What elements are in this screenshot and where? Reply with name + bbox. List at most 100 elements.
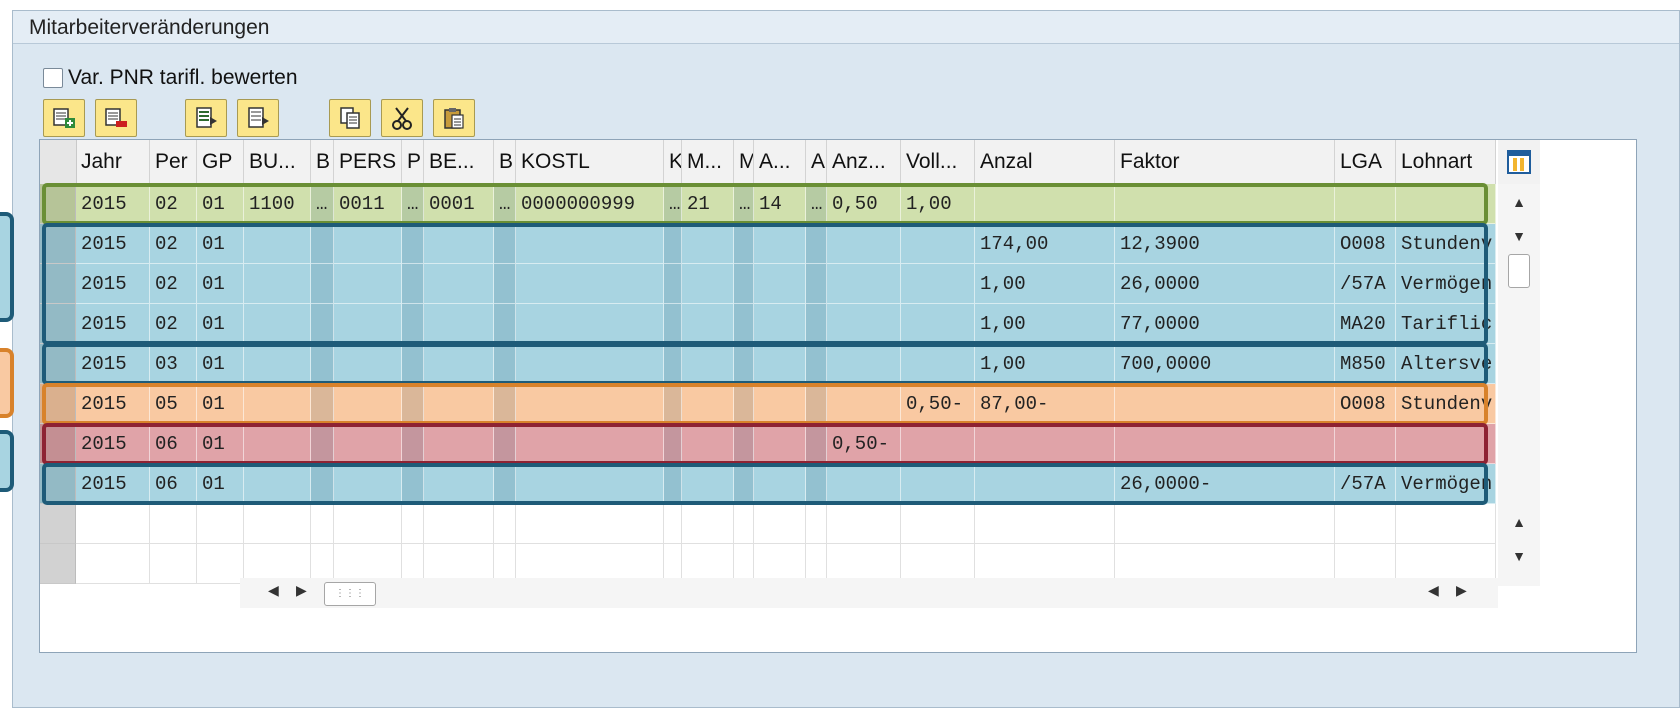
header-select-all[interactable] xyxy=(40,140,77,184)
table-cell[interactable]: … xyxy=(494,184,516,224)
table-cell[interactable]: 2015 xyxy=(76,464,150,504)
var-pnr-checkbox[interactable] xyxy=(43,68,63,88)
table-cell[interactable]: 06 xyxy=(150,424,197,464)
table-cell[interactable] xyxy=(244,424,311,464)
table-cell[interactable]: M850 xyxy=(1335,344,1396,384)
table-cell[interactable]: 2015 xyxy=(76,384,150,424)
table-cell[interactable] xyxy=(334,424,402,464)
table-cell[interactable]: 26,0000- xyxy=(1115,464,1335,504)
table-cell[interactable]: 0001 xyxy=(424,184,494,224)
table-cell[interactable]: 01 xyxy=(197,304,244,344)
table-cell[interactable] xyxy=(827,504,901,544)
table-cell[interactable] xyxy=(244,504,311,544)
column-header[interactable]: M... xyxy=(682,140,734,184)
table-cell[interactable] xyxy=(664,344,682,384)
table-cell[interactable] xyxy=(664,304,682,344)
table-cell[interactable] xyxy=(197,544,244,584)
table-row[interactable]: 2015 03 01 1,00 700,0000 M850 Altersve xyxy=(40,344,1496,384)
table-cell[interactable]: … xyxy=(806,184,827,224)
table-cell[interactable] xyxy=(827,384,901,424)
table-cell[interactable] xyxy=(402,264,424,304)
table-cell[interactable]: 01 xyxy=(197,184,244,224)
table-cell[interactable] xyxy=(311,264,334,304)
table-cell[interactable] xyxy=(664,504,682,544)
table-cell[interactable] xyxy=(682,344,734,384)
table-cell[interactable]: 2015 xyxy=(76,184,150,224)
table-cell[interactable] xyxy=(516,304,664,344)
table-cell[interactable] xyxy=(901,224,975,264)
table-cell[interactable]: … xyxy=(402,184,424,224)
paste-button[interactable] xyxy=(433,99,475,137)
table-cell[interactable]: 01 xyxy=(197,424,244,464)
table-cell[interactable]: 02 xyxy=(150,224,197,264)
table-cell[interactable] xyxy=(754,464,806,504)
column-header[interactable]: KOSTL xyxy=(516,140,664,184)
table-cell[interactable]: 05 xyxy=(150,384,197,424)
table-cell[interactable] xyxy=(334,384,402,424)
table-cell[interactable] xyxy=(734,344,754,384)
table-cell[interactable] xyxy=(311,304,334,344)
table-cell[interactable]: 700,0000 xyxy=(1115,344,1335,384)
table-cell[interactable] xyxy=(1335,504,1396,544)
table-cell[interactable] xyxy=(334,464,402,504)
table-cell[interactable] xyxy=(424,464,494,504)
table-cell[interactable]: 2015 xyxy=(76,304,150,344)
table-cell[interactable] xyxy=(754,504,806,544)
vertical-scroll-thumb[interactable] xyxy=(1508,254,1530,288)
table-cell[interactable] xyxy=(311,224,334,264)
column-header[interactable]: B xyxy=(494,140,516,184)
table-cell[interactable] xyxy=(1335,424,1396,464)
deselect-all-button[interactable] xyxy=(237,99,279,137)
row-selector[interactable] xyxy=(40,384,76,424)
table-cell[interactable] xyxy=(402,384,424,424)
table-cell[interactable] xyxy=(334,264,402,304)
cut-button[interactable] xyxy=(381,99,423,137)
table-cell[interactable] xyxy=(682,424,734,464)
table-cell[interactable] xyxy=(424,504,494,544)
row-selector[interactable] xyxy=(40,504,76,544)
table-cell[interactable] xyxy=(311,504,334,544)
table-cell[interactable] xyxy=(516,384,664,424)
table-cell[interactable] xyxy=(494,304,516,344)
table-cell[interactable] xyxy=(975,184,1115,224)
table-cell[interactable] xyxy=(901,304,975,344)
table-cell[interactable]: Vermögen xyxy=(1396,264,1496,304)
row-selector[interactable] xyxy=(40,184,76,224)
table-row[interactable]: 2015 05 01 0,50- 87,00- O008 Stundenv xyxy=(40,384,1496,424)
table-cell[interactable]: 77,0000 xyxy=(1115,304,1335,344)
table-cell[interactable] xyxy=(806,424,827,464)
horizontal-scrollbar[interactable]: ◀ ▶ ⋮⋮⋮ ◀ ▶ xyxy=(240,578,1498,608)
column-header[interactable]: Faktor xyxy=(1115,140,1335,184)
table-cell[interactable] xyxy=(402,344,424,384)
table-row[interactable]: 2015 02 01 1,00 26,0000/57A Vermögen xyxy=(40,264,1496,304)
table-cell[interactable]: 0,50 xyxy=(827,184,901,224)
scroll-up-button[interactable]: ▼ xyxy=(1506,222,1532,250)
table-cell[interactable]: 01 xyxy=(197,464,244,504)
table-cell[interactable] xyxy=(901,424,975,464)
table-cell[interactable] xyxy=(901,344,975,384)
column-header[interactable]: Jahr xyxy=(76,140,150,184)
table-cell[interactable] xyxy=(150,504,197,544)
column-header[interactable]: K xyxy=(664,140,682,184)
table-cell[interactable]: 12,3900 xyxy=(1115,224,1335,264)
column-header[interactable]: BU... xyxy=(244,140,311,184)
row-selector[interactable] xyxy=(40,344,76,384)
table-cell[interactable] xyxy=(1115,504,1335,544)
column-header[interactable]: Anzal xyxy=(975,140,1115,184)
table-cell[interactable] xyxy=(806,464,827,504)
table-cell[interactable] xyxy=(424,424,494,464)
column-config-button[interactable] xyxy=(1498,140,1540,184)
table-cell[interactable] xyxy=(827,224,901,264)
table-cell[interactable] xyxy=(734,424,754,464)
table-cell[interactable] xyxy=(402,504,424,544)
column-header[interactable]: M xyxy=(734,140,754,184)
table-cell[interactable] xyxy=(734,224,754,264)
empty-table-row[interactable] xyxy=(40,504,1496,544)
table-cell[interactable] xyxy=(1396,504,1496,544)
table-cell[interactable] xyxy=(754,344,806,384)
delete-row-button[interactable] xyxy=(95,99,137,137)
table-cell[interactable]: 2015 xyxy=(76,424,150,464)
table-cell[interactable] xyxy=(682,504,734,544)
table-cell[interactable] xyxy=(734,384,754,424)
table-row[interactable]: 2015 02 01 1100… 0011… 0001… 0000000999… 21… 14…… xyxy=(40,184,1496,224)
